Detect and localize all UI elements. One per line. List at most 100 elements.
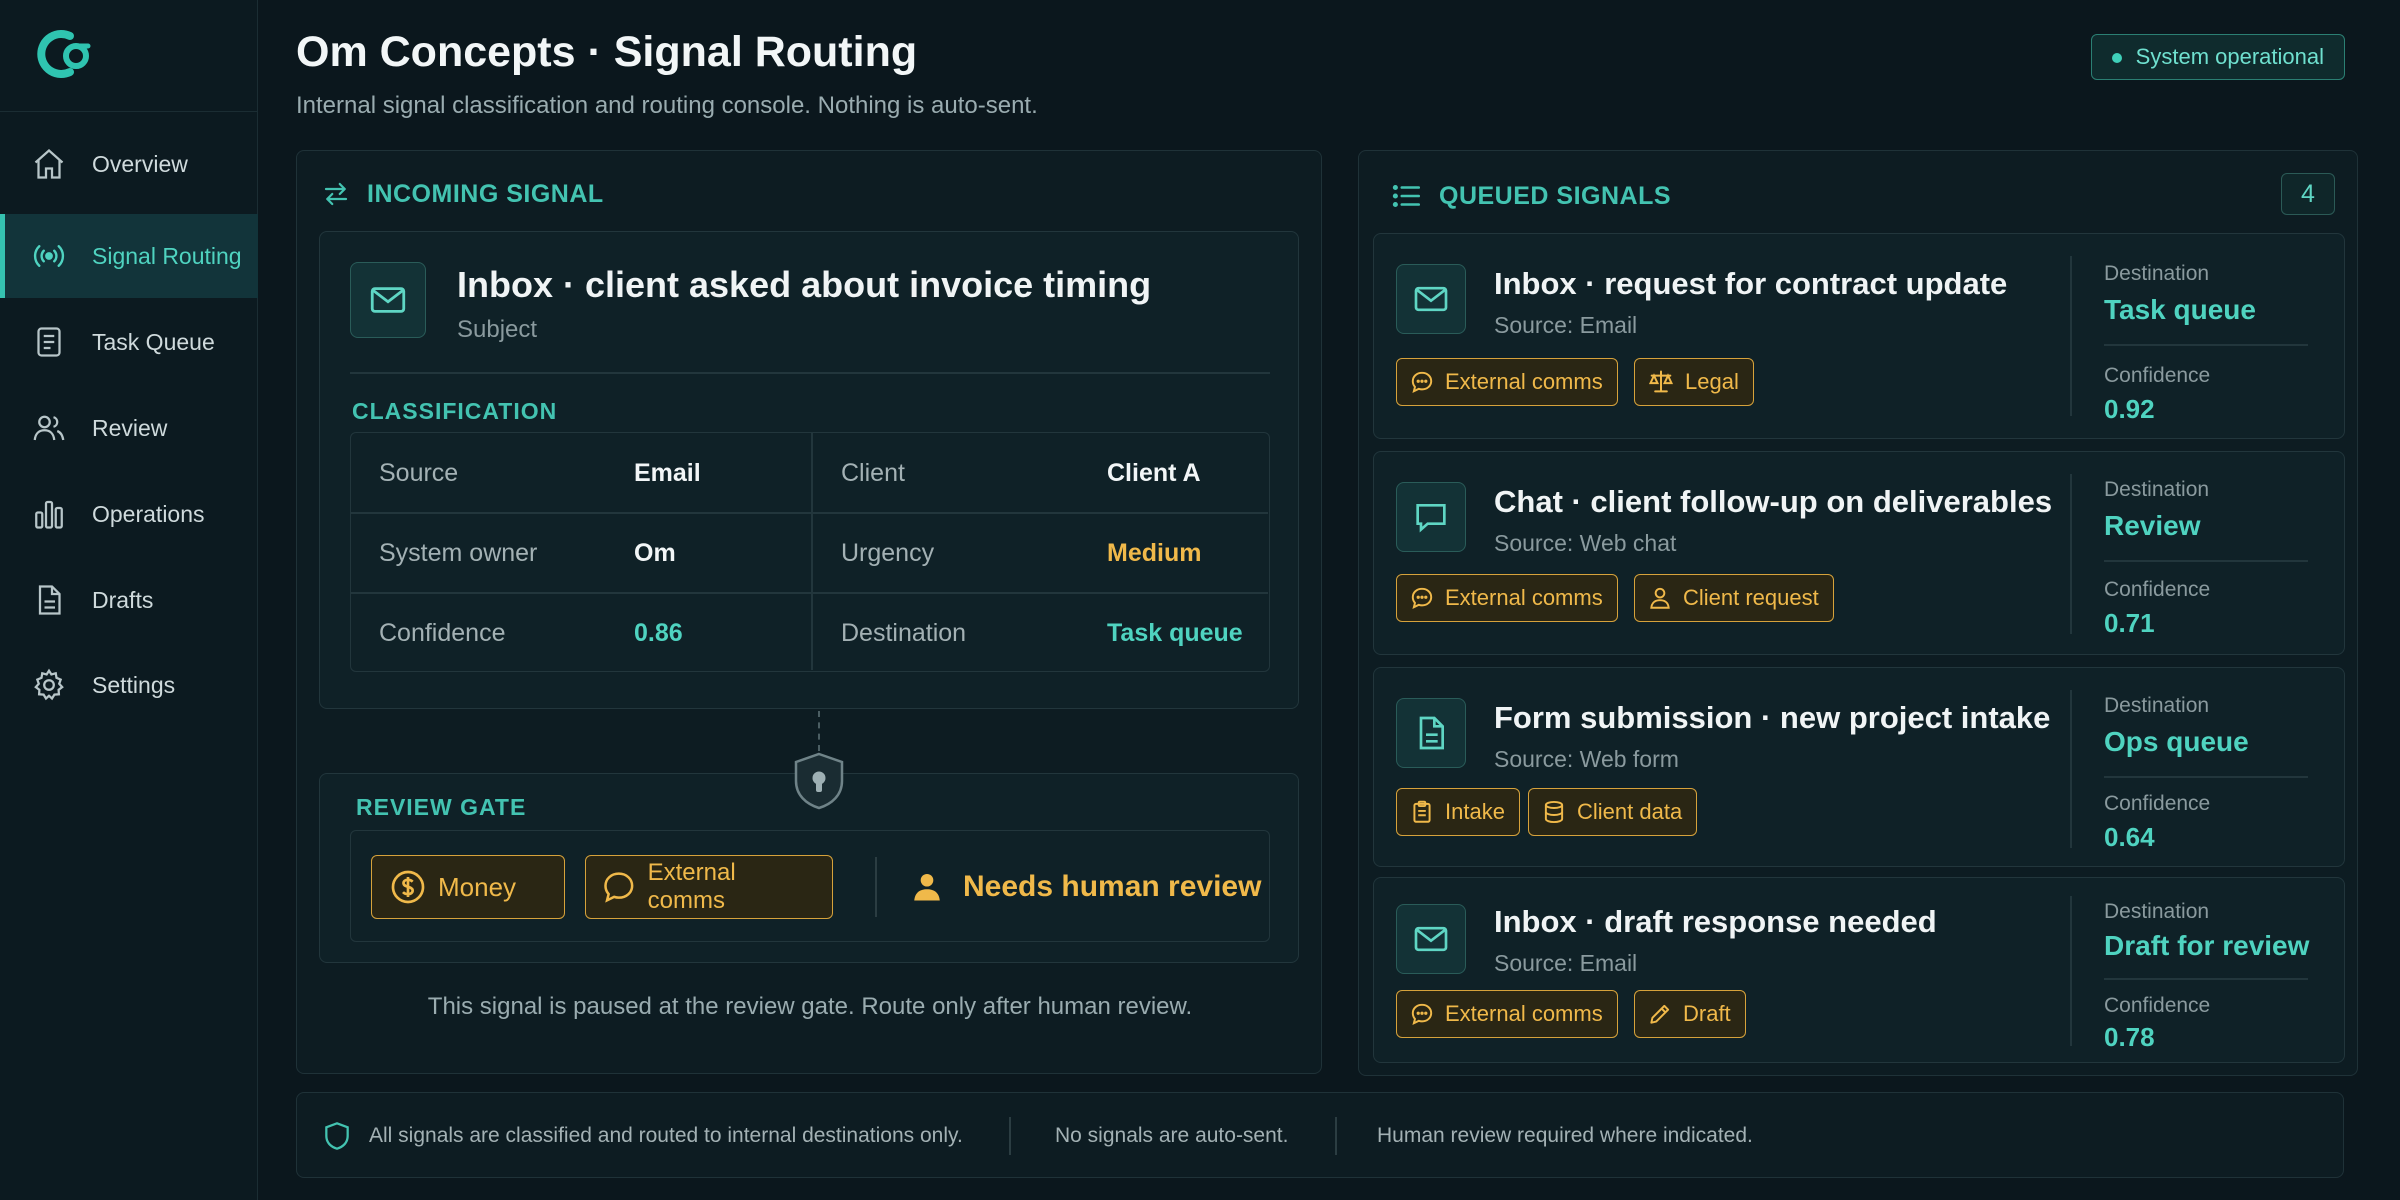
queued-signal-item[interactable]: Inbox · request for contract update Sour… <box>1373 233 2345 439</box>
classification-label: CLASSIFICATION <box>352 398 558 424</box>
sidebar-item-label: Task Queue <box>92 328 215 355</box>
confidence-value: 0.71 <box>2104 608 2155 638</box>
field-destination-label: Destination <box>841 618 967 647</box>
page-title: Om Concepts · Signal Routing <box>296 28 918 76</box>
sidebar-item-label: Signal Routing <box>92 242 242 269</box>
main-content: Om Concepts · Signal Routing Internal si… <box>258 0 2400 1200</box>
sidebar-item-label: Review <box>92 414 168 441</box>
footer-divider <box>1335 1117 1337 1155</box>
tag-client-request[interactable]: Client request <box>1634 574 1834 622</box>
needs-human-review: Needs human review <box>909 855 1261 919</box>
confidence-label: Confidence <box>2104 792 2211 815</box>
queued-signal-source: Source: Web chat <box>1494 530 1677 556</box>
form-document-icon <box>1419 716 1444 750</box>
confidence-value: 0.78 <box>2104 1022 2155 1052</box>
sidebar-item-settings[interactable]: Settings <box>0 643 258 727</box>
queued-signal-item[interactable]: Form submission · new project intake Sou… <box>1373 667 2345 867</box>
sidebar-item-task-queue[interactable]: Task Queue <box>0 300 258 384</box>
list-icon <box>1392 184 1421 208</box>
tag-label: External comms <box>1445 1001 1603 1026</box>
item-hr <box>2104 776 2308 778</box>
gate-tag-external-comms[interactable]: External comms <box>585 855 833 919</box>
field-owner-label: System owner <box>379 538 538 567</box>
queued-signal-title: Chat · client follow-up on deliverables <box>1494 484 2053 519</box>
file-icon <box>30 581 68 619</box>
queued-signal-title: Form submission · new project intake <box>1494 700 2051 735</box>
confidence-label: Confidence <box>2104 364 2211 387</box>
queued-signal-source: Source: Email <box>1494 312 1638 338</box>
queued-signal-item[interactable]: Inbox · draft response needed Source: Em… <box>1373 877 2345 1063</box>
queued-signal-item[interactable]: Chat · client follow-up on deliverables … <box>1373 451 2345 655</box>
connector-line <box>818 711 820 751</box>
tag-intake[interactable]: Intake <box>1396 788 1520 836</box>
sidebar-item-overview[interactable]: Overview <box>0 122 258 206</box>
tag-label: Client request <box>1683 585 1819 610</box>
incoming-signal-heading-text: INCOMING SIGNAL <box>367 179 604 208</box>
shield-icon <box>325 1122 349 1150</box>
tag-draft[interactable]: Draft <box>1634 990 1746 1038</box>
gear-icon <box>30 666 68 704</box>
review-gate-label: REVIEW GATE <box>356 794 527 820</box>
status-text: System operational <box>2135 44 2324 69</box>
queued-signals-heading-text: QUEUED SIGNALS <box>1439 181 1672 210</box>
tag-external-comms[interactable]: External comms <box>1396 574 1618 622</box>
item-divider <box>2070 256 2072 416</box>
mail-icon <box>370 287 406 313</box>
mail-icon <box>1414 926 1448 952</box>
signal-icon <box>30 237 68 275</box>
tag-external-comms[interactable]: External comms <box>1396 358 1618 406</box>
sidebar-item-signal-routing[interactable]: Signal Routing <box>0 214 258 298</box>
needs-review-text: Needs human review <box>963 870 1262 903</box>
item-divider <box>2070 690 2072 848</box>
database-icon <box>1544 800 1564 824</box>
paused-note: This signal is paused at the review gate… <box>427 993 1193 1020</box>
tag-label: External comms <box>1445 369 1603 394</box>
queued-signals-panel: QUEUED SIGNALS 4 Inbox · request for con… <box>1358 150 2358 1076</box>
field-confidence-value: 0.86 <box>634 618 683 647</box>
chat-icon-box <box>1396 482 1466 552</box>
review-gate-box: Money External comms Needs human review <box>350 830 1270 942</box>
sidebar-item-operations[interactable]: Operations <box>0 472 258 556</box>
grid-col-divider <box>811 433 813 670</box>
field-client-value: Client A <box>1107 458 1201 487</box>
tag-legal[interactable]: Legal <box>1634 358 1754 406</box>
field-urgency-label: Urgency <box>841 538 935 567</box>
mail-icon <box>1414 286 1448 312</box>
gate-tag-money[interactable]: Money <box>371 855 565 919</box>
item-hr <box>2104 344 2308 346</box>
field-confidence-label: Confidence <box>379 618 506 647</box>
tag-label: Intake <box>1445 799 1505 824</box>
destination-value: Ops queue <box>2104 726 2249 757</box>
lock-shield-icon <box>792 751 846 811</box>
tag-client-data[interactable]: Client data <box>1528 788 1698 836</box>
field-client-label: Client <box>841 458 905 487</box>
chat-bubble-icon <box>1411 1003 1433 1026</box>
destination-label: Destination <box>2104 900 2210 923</box>
document-list-icon <box>30 323 68 361</box>
destination-label: Destination <box>2104 694 2210 717</box>
field-source-value: Email <box>634 458 701 487</box>
tag-label: Client data <box>1577 799 1683 824</box>
field-destination-value: Task queue <box>1107 618 1243 647</box>
tag-external-comms[interactable]: External comms <box>1396 990 1618 1038</box>
chat-icon <box>1416 504 1446 533</box>
dollar-icon <box>391 870 425 904</box>
sidebar-item-review[interactable]: Review <box>0 386 258 470</box>
subject-label: Subject <box>457 316 538 343</box>
footer-note-internal: All signals are classified and routed to… <box>369 1124 963 1147</box>
home-icon <box>30 145 68 183</box>
sidebar-divider <box>0 111 258 112</box>
item-hr <box>2104 560 2308 562</box>
mail-icon-box <box>1396 264 1466 334</box>
sidebar: Overview Signal Routing Task Queue Revie… <box>0 0 258 1200</box>
queued-count-badge: 4 <box>2281 173 2335 215</box>
users-icon <box>30 409 68 447</box>
status-badge: System operational <box>2090 34 2345 80</box>
destination-label: Destination <box>2104 478 2210 501</box>
mail-icon-box <box>350 262 426 338</box>
person-outline-icon <box>1650 587 1670 609</box>
om-concepts-logo <box>37 30 91 78</box>
chat-bubble-icon <box>1411 587 1433 610</box>
sidebar-item-drafts[interactable]: Drafts <box>0 558 258 642</box>
destination-value: Task queue <box>2104 294 2256 325</box>
